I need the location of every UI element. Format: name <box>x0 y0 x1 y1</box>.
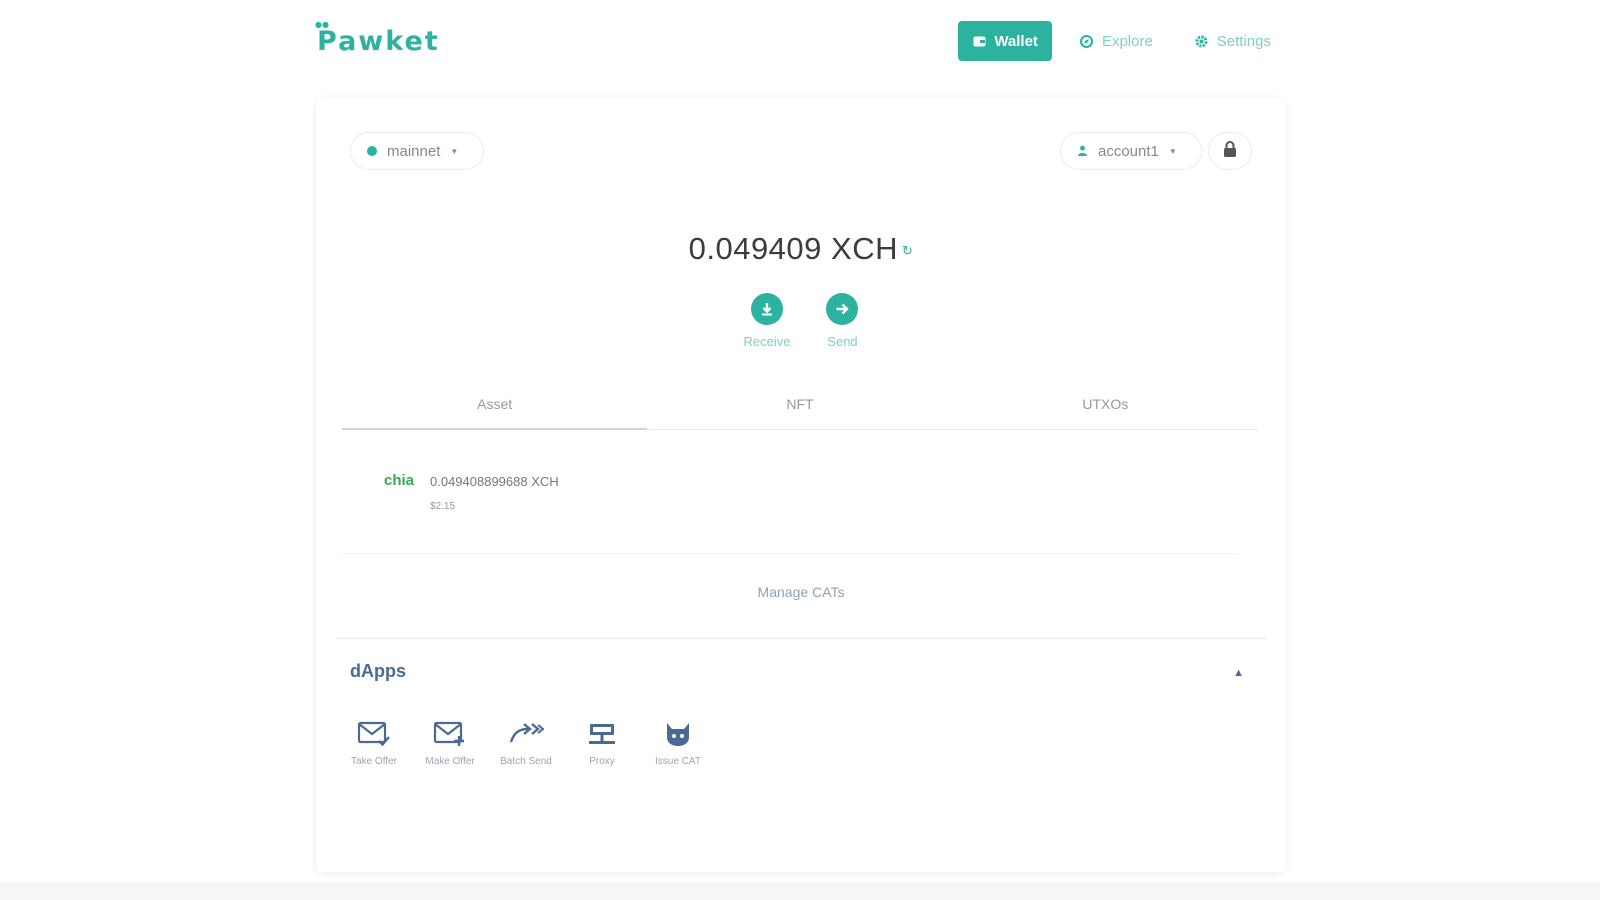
top-nav: Wallet Explore Settings <box>958 21 1285 61</box>
dapp-proxy-label: Proxy <box>589 756 615 767</box>
cat-icon <box>660 718 696 750</box>
download-icon <box>751 293 783 325</box>
dapp-batch-send[interactable]: Batch Send <box>494 718 558 767</box>
asset-amount: 0.049408899688 XCH <box>430 474 559 489</box>
nav-wallet-label: Wallet <box>994 32 1038 50</box>
wallet-icon <box>972 34 986 48</box>
app-header: ●● Pawket Wallet Explore Settings <box>315 18 1285 64</box>
dapp-issue-cat-label: Issue CAT <box>655 756 701 767</box>
asset-tabs: Asset NFT UTXOs <box>342 390 1258 430</box>
receive-button[interactable]: Receive <box>743 293 791 349</box>
mail-plus-icon <box>432 718 468 750</box>
dapp-batch-send-label: Batch Send <box>500 756 552 767</box>
gear-icon <box>1195 34 1209 48</box>
dapp-make-offer[interactable]: Make Offer <box>418 718 482 767</box>
user-icon <box>1077 143 1088 160</box>
wallet-card: mainnet ▼ account1 ▼ 0.049409 XCH ↻ Recei… <box>316 98 1286 872</box>
network-icon <box>584 718 620 750</box>
refresh-icon[interactable]: ↻ <box>902 243 913 258</box>
paw-icon: ●● <box>315 19 329 29</box>
chevron-up-icon[interactable]: ▲ <box>1233 667 1244 679</box>
nav-explore[interactable]: Explore <box>1066 21 1167 61</box>
nav-settings-label: Settings <box>1216 32 1271 50</box>
dapp-make-offer-label: Make Offer <box>425 756 475 767</box>
pawket-logo[interactable]: ●● Pawket <box>315 20 440 57</box>
account-label: account1 <box>1098 142 1159 160</box>
nav-settings[interactable]: Settings <box>1181 21 1285 61</box>
dapp-take-offer[interactable]: Take Offer <box>342 718 406 767</box>
lock-button[interactable] <box>1208 132 1252 170</box>
compass-icon <box>1080 34 1094 48</box>
network-selector[interactable]: mainnet ▼ <box>350 132 484 170</box>
lock-icon <box>1223 140 1237 162</box>
network-label: mainnet <box>387 142 441 160</box>
chevron-down-icon: ▼ <box>1168 146 1177 156</box>
asset-usd-value: $2.15 <box>430 501 456 512</box>
tab-nft[interactable]: NFT <box>647 390 952 429</box>
chia-logo-icon: chia <box>384 472 415 489</box>
mail-check-icon <box>356 718 392 750</box>
batch-send-icon <box>508 718 544 750</box>
nav-explore-label: Explore <box>1101 32 1153 50</box>
balance-display: 0.049409 XCH ↻ <box>316 231 1286 267</box>
arrow-right-icon <box>826 293 859 325</box>
asset-row-xch[interactable]: chia 0.049408899688 XCH $2.15 <box>342 458 1238 554</box>
dapps-list: Take Offer Make Offer Batch Send Proxy I… <box>342 718 710 767</box>
network-status-dot <box>367 146 377 156</box>
chevron-down-icon: ▼ <box>450 146 459 156</box>
receive-label: Receive <box>743 334 791 349</box>
page-bottom-strip <box>0 882 1600 900</box>
tab-asset[interactable]: Asset <box>342 390 648 430</box>
dapp-proxy[interactable]: Proxy <box>570 718 634 767</box>
wallet-actions: Receive Send <box>316 293 1286 349</box>
account-selector[interactable]: account1 ▼ <box>1060 132 1202 170</box>
tab-utxos[interactable]: UTXOs <box>953 390 1258 429</box>
section-divider <box>336 638 1266 639</box>
send-label: Send <box>827 334 858 349</box>
dapp-issue-cat[interactable]: Issue CAT <box>646 718 710 767</box>
nav-wallet[interactable]: Wallet <box>958 21 1052 61</box>
send-button[interactable]: Send <box>826 293 859 349</box>
balance-amount: 0.049409 XCH <box>688 231 898 266</box>
logo-text: Pawket <box>317 25 440 57</box>
dapps-title: dApps <box>350 661 406 681</box>
dapp-take-offer-label: Take Offer <box>351 756 397 767</box>
manage-cats-link[interactable]: Manage CATs <box>316 584 1286 600</box>
